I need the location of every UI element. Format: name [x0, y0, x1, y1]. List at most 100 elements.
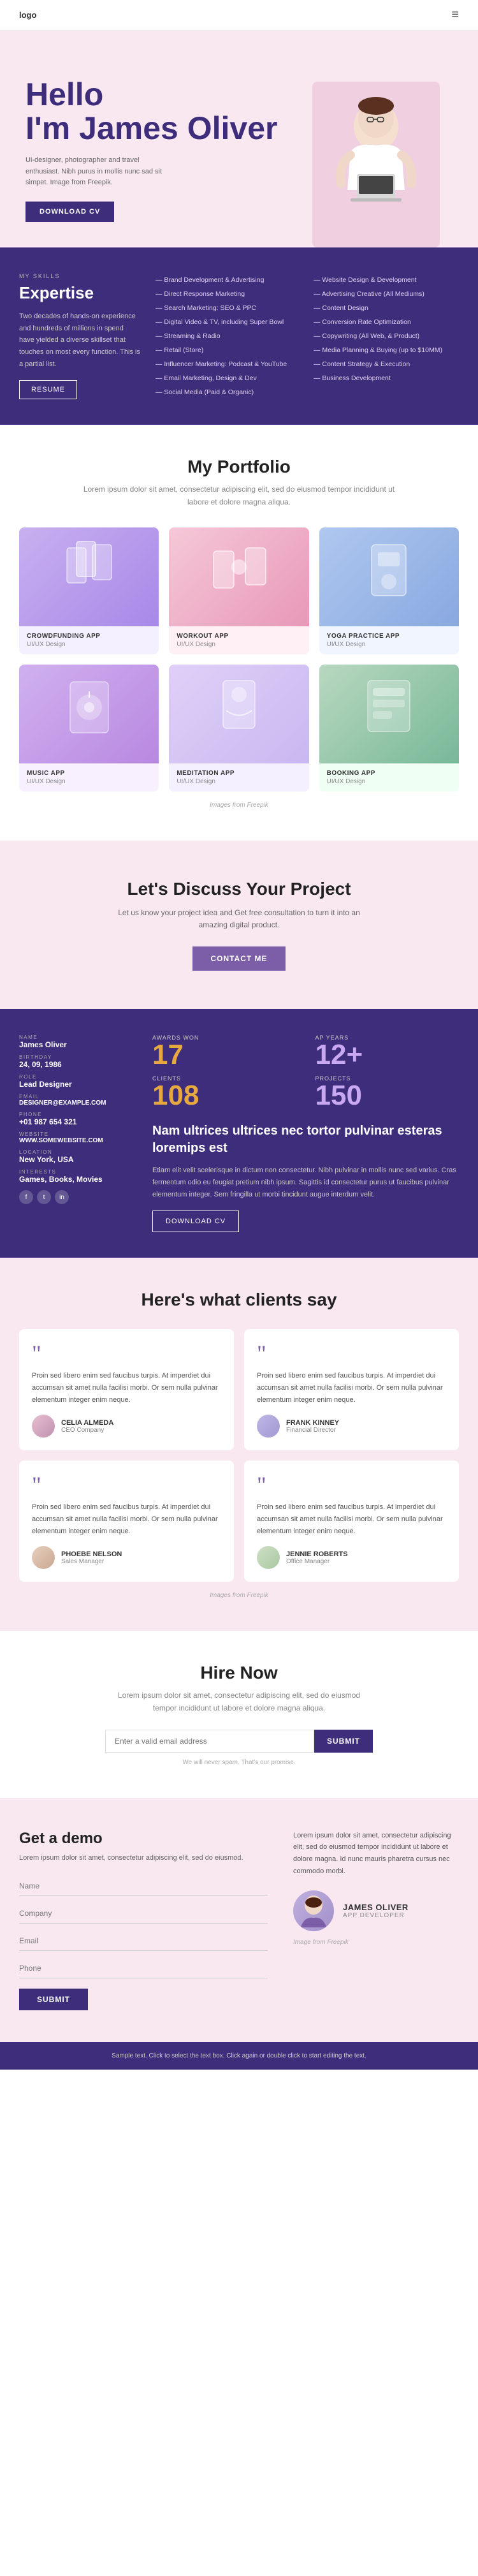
- portfolio-card-workout: WORKOUT APP UI/UX Design: [169, 527, 308, 654]
- card-subtitle-meditation: UI/UX Design: [177, 778, 301, 785]
- demo-description: Lorem ipsum dolor sit amet, consectetur …: [19, 1853, 268, 1864]
- testimonial-text-1: Proin sed libero enim sed faucibus turpi…: [32, 1370, 221, 1406]
- footer: Sample text. Click to select the text bo…: [0, 2042, 478, 2070]
- demo-avatar: [293, 1890, 334, 1931]
- portfolio-subtitle: Lorem ipsum dolor sit amet, consectetur …: [80, 483, 398, 508]
- demo-submit-button[interactable]: SUBMIT: [19, 1989, 88, 2010]
- stat-years: AP YEARS 12+: [315, 1034, 460, 1069]
- demo-section: Get a demo Lorem ipsum dolor sit amet, c…: [0, 1798, 478, 2043]
- navbar: logo ≡: [0, 0, 478, 31]
- author-role-4: Office Manager: [286, 1558, 348, 1565]
- author-name-4: JENNIE ROBERTS: [286, 1550, 348, 1558]
- author-avatar-3: [32, 1546, 55, 1569]
- resume-button[interactable]: RESUME: [19, 380, 77, 399]
- author-avatar-2: [257, 1415, 280, 1438]
- skills-left: MY SKILLS Expertise Two decades of hands…: [19, 273, 140, 399]
- portfolio-note: Images from Freepik: [19, 802, 459, 809]
- demo-field-name: [19, 1876, 268, 1896]
- testimonials-title: Here's what clients say: [19, 1290, 459, 1310]
- stat-projects-value: 150: [315, 1082, 460, 1110]
- profile-interests-value: Games, Books, Movies: [19, 1175, 137, 1184]
- skills-section: MY SKILLS Expertise Two decades of hands…: [0, 247, 478, 425]
- stats-quote-title: Nam ultrices ultrices nec tortor pulvina…: [152, 1122, 459, 1157]
- card-subtitle-yoga: UI/UX Design: [327, 641, 451, 648]
- demo-name-input[interactable]: [19, 1876, 268, 1896]
- hire-submit-button[interactable]: SUBMIT: [314, 1730, 373, 1753]
- stat-awards-value: 17: [152, 1041, 296, 1069]
- instagram-icon[interactable]: in: [55, 1190, 69, 1204]
- testimonial-card-4: " Proin sed libero enim sed faucibus tur…: [244, 1461, 459, 1582]
- demo-left: Get a demo Lorem ipsum dolor sit amet, c…: [19, 1830, 268, 2011]
- author-role-2: Financial Director: [286, 1427, 339, 1434]
- profile-interests-label: INTERESTS: [19, 1169, 137, 1175]
- demo-company-input[interactable]: [19, 1904, 268, 1924]
- card-title-workout: WORKOUT APP: [177, 633, 301, 640]
- stat-clients-value: 108: [152, 1082, 296, 1110]
- quote-mark-4: ": [257, 1473, 446, 1496]
- portfolio-grid: CROWDFUNDING APP UI/UX Design WORKOUT AP…: [19, 527, 459, 791]
- demo-image-note: Image from Freepik: [293, 1939, 459, 1946]
- portfolio-card-booking: BOOKING APP UI/UX Design: [319, 665, 459, 791]
- stats-section: NAME James Oliver BIRTHDAY 24, 09, 1986 …: [0, 1009, 478, 1258]
- demo-right-text: Lorem ipsum dolor sit amet, consectetur …: [293, 1830, 459, 1878]
- author-role-3: Sales Manager: [61, 1558, 122, 1565]
- portfolio-title: My Portfolio: [19, 457, 459, 477]
- quote-mark-1: ": [32, 1342, 221, 1365]
- testimonial-text-2: Proin sed libero enim sed faucibus turpi…: [257, 1370, 446, 1406]
- demo-title: Get a demo: [19, 1830, 268, 1848]
- card-subtitle-booking: UI/UX Design: [327, 778, 451, 785]
- author-name-2: FRANK KINNEY: [286, 1419, 339, 1427]
- testimonial-card-2: " Proin sed libero enim sed faucibus tur…: [244, 1329, 459, 1450]
- profile-role-value: Lead Designer: [19, 1080, 137, 1089]
- footer-text: Sample text. Click to select the text bo…: [19, 2051, 459, 2061]
- discuss-description: Let us know your project idea and Get fr…: [112, 907, 366, 931]
- hire-description: Lorem ipsum dolor sit amet, consectetur …: [112, 1689, 366, 1714]
- demo-field-phone: [19, 1959, 268, 1978]
- skills-label: MY SKILLS: [19, 273, 140, 279]
- facebook-icon[interactable]: f: [19, 1190, 33, 1204]
- twitter-icon[interactable]: t: [37, 1190, 51, 1204]
- demo-field-email: [19, 1931, 268, 1951]
- hero-section: Hello I'm James Oliver Ui-designer, phot…: [0, 31, 478, 247]
- stats-quote-text: Etiam elit velit scelerisque in dictum n…: [152, 1165, 459, 1200]
- nav-menu-icon[interactable]: ≡: [451, 8, 459, 22]
- author-name-3: PHOEBE NELSON: [61, 1550, 122, 1558]
- author-role-1: CEO Company: [61, 1427, 113, 1434]
- card-title-meditation: MEDITATION APP: [177, 770, 301, 777]
- hero-cta-button[interactable]: DOWNLOAD CV: [25, 202, 114, 222]
- hire-email-input[interactable]: [105, 1730, 314, 1753]
- stats-download-button[interactable]: DOWNLOAD CV: [152, 1211, 239, 1232]
- hire-title: Hire Now: [19, 1663, 459, 1683]
- author-avatar-4: [257, 1546, 280, 1569]
- demo-right: Lorem ipsum dolor sit amet, consectetur …: [293, 1830, 459, 2011]
- demo-phone-input[interactable]: [19, 1959, 268, 1978]
- profile-location-value: New York, USA: [19, 1155, 137, 1164]
- profile-birthday-label: BIRTHDAY: [19, 1054, 137, 1060]
- author-name-1: CELIA ALMEDA: [61, 1419, 113, 1427]
- portfolio-section: My Portfolio Lorem ipsum dolor sit amet,…: [0, 425, 478, 840]
- quote-mark-3: ": [32, 1473, 221, 1496]
- quote-mark-2: ": [257, 1342, 446, 1365]
- profile-role-label: ROLE: [19, 1074, 137, 1080]
- card-subtitle-workout: UI/UX Design: [177, 641, 301, 648]
- demo-field-company: [19, 1904, 268, 1924]
- portfolio-card-yoga: YOGA PRACTICE APP UI/UX Design: [319, 527, 459, 654]
- testimonial-text-4: Proin sed libero enim sed faucibus turpi…: [257, 1501, 446, 1537]
- skills-description: Two decades of hands-on experience and h…: [19, 311, 140, 370]
- demo-email-input[interactable]: [19, 1931, 268, 1951]
- skills-col-1: — Brand Development & Advertising— Direc…: [156, 273, 301, 399]
- hero-description: Ui-designer, photographer and travel ent…: [25, 155, 166, 189]
- discuss-cta-button[interactable]: CONTACT ME: [192, 946, 285, 971]
- person-illustration: [300, 63, 453, 247]
- profile-website-value: WWW.SOMEWEBSITE.COM: [19, 1137, 137, 1144]
- hire-note: We will never spam. That's our promise.: [19, 1759, 459, 1766]
- card-title-music: MUSIC APP: [27, 770, 151, 777]
- profile-location-label: LOCATION: [19, 1149, 137, 1155]
- profile-email-value: DESIGNER@EXAMPLE.COM: [19, 1100, 137, 1107]
- profile-birthday-value: 24, 09, 1986: [19, 1060, 137, 1069]
- profile-email-label: EMAIL: [19, 1094, 137, 1100]
- hero-name: I'm James Oliver: [25, 112, 300, 145]
- stats-profile: NAME James Oliver BIRTHDAY 24, 09, 1986 …: [19, 1034, 137, 1232]
- card-subtitle-music: UI/UX Design: [27, 778, 151, 785]
- portfolio-card-meditation: MEDITATION APP UI/UX Design: [169, 665, 308, 791]
